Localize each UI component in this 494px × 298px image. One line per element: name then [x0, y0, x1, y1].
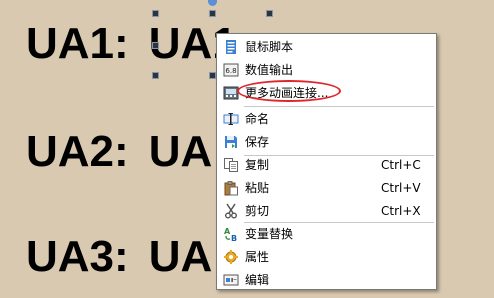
menu-item-mouse-script[interactable]: 鼠标脚本 — [217, 36, 436, 58]
menu-item-shortcut: Ctrl+C — [381, 158, 421, 172]
menu-item-label: 命名 — [245, 112, 270, 126]
menu-item-properties[interactable]: 属性 — [217, 246, 436, 268]
script-icon — [223, 39, 239, 55]
rotation-handle[interactable] — [208, 0, 217, 6]
menu-item-label: 变量替换 — [245, 227, 294, 241]
copy-icon — [223, 157, 239, 173]
paste-icon — [223, 180, 239, 196]
menu-item-paste[interactable]: 粘贴 Ctrl+V — [217, 177, 436, 199]
menu-item-label: 粘贴 — [245, 181, 270, 195]
menu-item-label: 剪切 — [245, 204, 270, 218]
svg-text:A: A — [224, 227, 231, 236]
ua2-value-text[interactable]: UA — [149, 128, 213, 176]
menu-item-label: 编辑 — [245, 273, 270, 287]
numeric-display-icon: 6.8 — [223, 62, 239, 78]
menu-item-cut[interactable]: 剪切 Ctrl+X — [217, 200, 436, 222]
ua3-value-text[interactable]: UA — [149, 233, 213, 281]
text-object-ua3[interactable]: UA3: UA — [26, 233, 212, 281]
svg-text:6.8: 6.8 — [225, 67, 236, 75]
menu-item-shortcut: Ctrl+V — [381, 181, 421, 195]
selection-handle-top-middle[interactable] — [209, 10, 216, 17]
selection-handle-top-left[interactable] — [152, 10, 159, 17]
menu-item-rename[interactable]: 命名 — [217, 108, 436, 130]
menu-item-label: 复制 — [245, 158, 270, 172]
menu-item-label: 数值输出 — [245, 63, 294, 77]
selection-handle-bottom-left[interactable] — [152, 72, 159, 79]
animation-link-icon — [223, 85, 239, 101]
edit-icon — [223, 272, 239, 288]
variable-replace-icon: AB — [223, 226, 239, 242]
save-icon — [223, 134, 239, 150]
svg-text:B: B — [231, 234, 237, 242]
menu-item-label: 鼠标脚本 — [245, 40, 294, 54]
menu-item-more-animation-links[interactable]: 更多动画连接... — [217, 82, 436, 104]
properties-icon — [223, 249, 239, 265]
ua2-name-text: UA2: — [26, 127, 129, 176]
menu-item-shortcut: Ctrl+X — [381, 204, 421, 218]
menu-item-variable-replace[interactable]: AB 变量替换 — [217, 223, 436, 245]
ua1-name-text: UA1: — [26, 19, 129, 68]
text-object-ua1[interactable]: UA1: UA1 — [26, 20, 237, 68]
cut-icon — [223, 203, 239, 219]
rename-icon — [223, 111, 239, 127]
menu-item-label: 更多动画连接... — [245, 86, 329, 100]
context-menu: 鼠标脚本 6.8 数值输出 更多动画连接... 命名 保存 复制 Ctrl+C — [216, 33, 437, 290]
selection-handle-top-right[interactable] — [266, 10, 273, 17]
menu-item-numeric-output[interactable]: 6.8 数值输出 — [217, 59, 436, 81]
menu-separator — [244, 106, 434, 107]
menu-item-label: 属性 — [245, 250, 270, 264]
selection-handle-bottom-middle[interactable] — [209, 72, 216, 79]
selection-handle-middle-left[interactable] — [152, 42, 159, 49]
menu-item-edit[interactable]: 编辑 — [217, 269, 436, 291]
menu-item-save[interactable]: 保存 — [217, 131, 436, 153]
menu-item-label: 保存 — [245, 135, 270, 149]
ua3-name-text: UA3: — [26, 232, 129, 281]
text-object-ua2[interactable]: UA2: UA — [26, 128, 212, 176]
menu-item-copy[interactable]: 复制 Ctrl+C — [217, 154, 436, 176]
